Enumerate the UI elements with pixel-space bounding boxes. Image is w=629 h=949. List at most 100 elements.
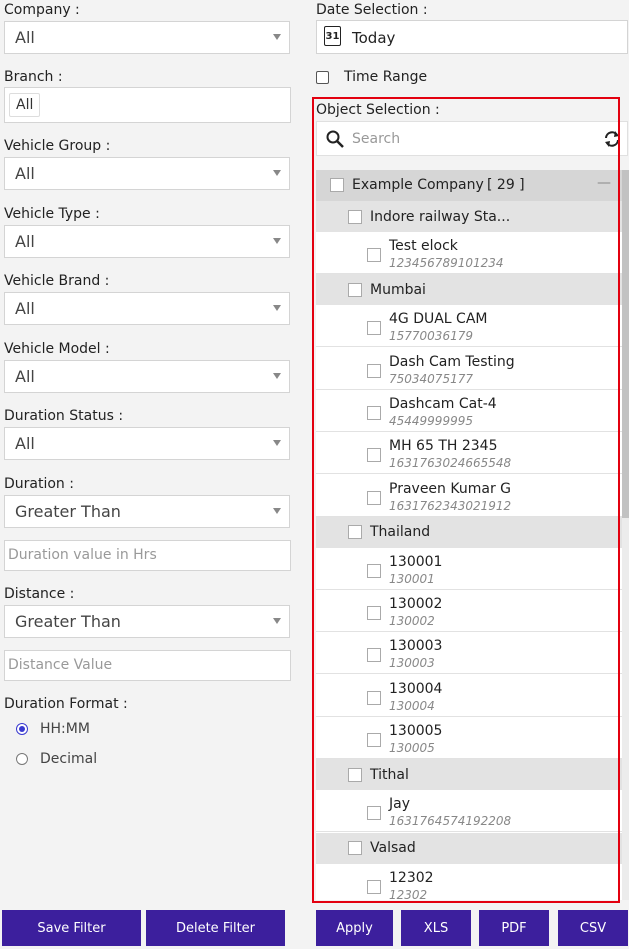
distance-label: Distance : <box>4 586 75 602</box>
company-tree-node[interactable]: Example Company [ 29 ] — <box>316 170 622 201</box>
vehicle-name: 130001 <box>389 553 443 570</box>
radio-unselected-icon[interactable] <box>16 753 28 765</box>
vehicle-device-id: 130001 <box>389 571 435 586</box>
distance-value: Greater Than <box>15 612 121 631</box>
vehicle-name: Dash Cam Testing <box>389 353 515 370</box>
group-checkbox[interactable] <box>348 282 362 297</box>
group-checkbox[interactable] <box>348 525 362 540</box>
vehicle-tree-node[interactable]: Test elock 123456789101234 <box>316 232 622 274</box>
group-name: Mumbai <box>370 281 426 298</box>
vehicle-name: 4G DUAL CAM <box>389 311 488 328</box>
search-icon <box>326 130 344 148</box>
vehicle-model-select[interactable]: All <box>4 360 290 393</box>
vehicle-checkbox[interactable] <box>367 448 381 463</box>
vehicle-model-value: All <box>15 367 35 386</box>
vehicle-checkbox[interactable] <box>367 806 381 821</box>
object-search-box[interactable]: Search <box>316 121 628 156</box>
vehicle-group-select[interactable]: All <box>4 157 290 190</box>
vehicle-checkbox[interactable] <box>367 405 381 420</box>
chevron-down-icon <box>273 373 281 379</box>
group-tree-node[interactable]: Mumbai <box>316 274 622 306</box>
distance-select[interactable]: Greater Than <box>4 605 290 638</box>
group-checkbox[interactable] <box>348 209 362 224</box>
vehicle-tree-node[interactable]: Jay 1631764574192208 <box>316 790 622 833</box>
company-select[interactable]: All <box>4 21 290 54</box>
vehicle-tree-node[interactable]: 130005 130005 <box>316 717 622 759</box>
chevron-down-icon <box>273 34 281 40</box>
vehicle-checkbox[interactable] <box>367 321 381 336</box>
radio-selected-icon[interactable] <box>16 723 28 735</box>
chevron-down-icon <box>273 170 281 176</box>
duration-value-input[interactable]: Duration value in Hrs <box>4 540 291 571</box>
object-tree[interactable]: Indore railway Sta... Test elock 123456789… <box>316 201 629 900</box>
duration-select[interactable]: Greater Than <box>4 495 290 528</box>
vehicle-device-id: 1631764574192208 <box>389 814 512 829</box>
vehicle-type-label: Vehicle Type : <box>4 206 100 222</box>
company-checkbox[interactable] <box>330 178 344 192</box>
radio-decimal[interactable]: Decimal <box>16 751 97 767</box>
group-checkbox[interactable] <box>348 767 362 782</box>
pdf-button[interactable]: PDF <box>479 910 549 946</box>
group-name: Indore railway Sta... <box>370 208 511 225</box>
scrollbar-thumb[interactable] <box>622 170 629 518</box>
radio-hhmm[interactable]: HH:MM <box>16 721 90 737</box>
vehicle-checkbox[interactable] <box>367 879 381 894</box>
branch-tag[interactable]: All <box>9 93 41 117</box>
vehicle-tree-node[interactable]: Praveen Kumar G 1631762343021912 <box>316 474 622 517</box>
branch-select[interactable]: All <box>4 87 291 123</box>
vehicle-tree-node[interactable]: Dash Cam Testing 75034075177 <box>316 347 622 390</box>
time-range-checkbox[interactable] <box>316 70 329 84</box>
vehicle-checkbox[interactable] <box>367 733 381 747</box>
collapse-icon[interactable]: — <box>597 175 611 191</box>
vehicle-checkbox[interactable] <box>367 363 381 378</box>
vehicle-device-id: 130002 <box>389 614 435 629</box>
vehicle-device-id: 123456789101234 <box>389 256 504 270</box>
group-name: Tithal <box>370 766 409 783</box>
distance-value-input[interactable]: Distance Value <box>4 650 291 681</box>
refresh-icon[interactable] <box>603 129 621 149</box>
duration-status-select[interactable]: All <box>4 427 290 460</box>
group-name: Thailand <box>370 524 431 541</box>
vehicle-model-label: Vehicle Model : <box>4 341 110 357</box>
vehicle-tree-node[interactable]: MH 65 TH 2345 1631763024665548 <box>316 432 622 475</box>
branch-label: Branch : <box>4 69 63 85</box>
duration-format-label: Duration Format : <box>4 696 128 712</box>
vehicle-brand-select[interactable]: All <box>4 292 290 325</box>
group-checkbox[interactable] <box>348 841 362 856</box>
delete-filter-button[interactable]: Delete Filter <box>146 910 285 946</box>
vehicle-tree-node[interactable]: 130003 130003 <box>316 632 622 675</box>
date-selection-input[interactable]: 31 Today <box>316 20 628 54</box>
group-tree-node[interactable]: Valsad <box>316 832 622 864</box>
csv-button[interactable]: CSV <box>558 910 628 946</box>
time-range-toggle[interactable]: Time Range <box>316 69 427 85</box>
vehicle-checkbox[interactable] <box>367 563 381 578</box>
vehicle-checkbox[interactable] <box>367 490 381 505</box>
vehicle-name: Jay <box>389 796 410 813</box>
vehicle-checkbox[interactable] <box>367 690 381 705</box>
group-tree-node[interactable]: Indore railway Sta... <box>316 201 622 232</box>
vehicle-tree-node[interactable]: 4G DUAL CAM 15770036179 <box>316 305 622 348</box>
vehicle-tree-node[interactable]: 130004 130004 <box>316 674 622 717</box>
vehicle-checkbox[interactable] <box>367 606 381 621</box>
vehicle-tree-node[interactable]: 130001 130001 <box>316 547 622 590</box>
chevron-down-icon <box>273 305 281 311</box>
search-input[interactable]: Search <box>352 131 400 147</box>
vehicle-device-id: 130003 <box>389 656 435 671</box>
chevron-down-icon <box>273 238 281 244</box>
save-filter-button[interactable]: Save Filter <box>2 910 141 946</box>
vehicle-brand-value: All <box>15 299 35 318</box>
apply-button[interactable]: Apply <box>316 910 393 946</box>
vehicle-tree-node[interactable]: 130002 130002 <box>316 590 622 633</box>
group-tree-node[interactable]: Thailand <box>316 516 622 548</box>
calendar-icon: 31 <box>324 26 341 46</box>
vehicle-device-id: 45449999995 <box>389 413 473 428</box>
xls-button[interactable]: XLS <box>401 910 471 946</box>
vehicle-checkbox[interactable] <box>367 248 381 262</box>
group-tree-node[interactable]: Tithal <box>316 759 622 791</box>
scrollbar-track[interactable] <box>622 170 629 900</box>
vehicle-checkbox[interactable] <box>367 648 381 663</box>
vehicle-tree-node[interactable]: Dashcam Cat-4 45449999995 <box>316 389 622 432</box>
vehicle-type-select[interactable]: All <box>4 225 290 258</box>
vehicle-device-id: 75034075177 <box>389 371 473 386</box>
vehicle-tree-node[interactable]: 12302 12302 <box>316 863 622 900</box>
